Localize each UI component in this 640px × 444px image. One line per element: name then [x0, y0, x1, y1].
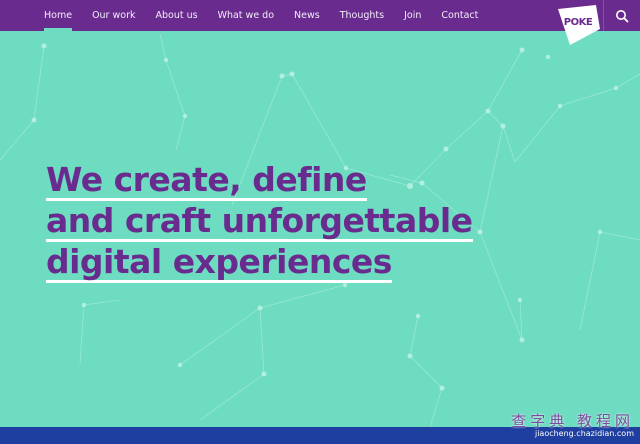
watermark-url: jiaocheng.chazidian.com [534, 429, 634, 438]
search-icon [616, 9, 629, 22]
watermark: 查字典 教程网 jiaocheng.chazidian.com [510, 410, 634, 442]
search-button[interactable] [603, 0, 640, 31]
nav-item-news[interactable]: News [284, 0, 330, 31]
nav-item-what-we-do[interactable]: What we do [208, 0, 284, 31]
poke-logo[interactable]: POKE [556, 3, 602, 47]
nav-item-our-work[interactable]: Our work [82, 0, 145, 31]
nav-item-join[interactable]: Join [394, 0, 431, 31]
nav-item-thoughts[interactable]: Thoughts [330, 0, 394, 31]
nav-item-home[interactable]: Home [34, 0, 82, 31]
hero-line-3: digital experiences [46, 242, 392, 283]
hero-headline: We create, define and craft unforgettabl… [46, 160, 473, 283]
nav-item-about-us[interactable]: About us [145, 0, 207, 31]
hero-line-2: and craft unforgettable [46, 201, 473, 242]
watermark-title: 查字典 教程网 [511, 412, 634, 430]
main-nav: Home Our work About us What we do News T… [34, 0, 488, 31]
logo-text: POKE [563, 17, 593, 28]
nav-item-contact[interactable]: Contact [431, 0, 488, 31]
hero-line-1: We create, define [46, 160, 367, 201]
top-navigation-bar: Home Our work About us What we do News T… [0, 0, 640, 31]
